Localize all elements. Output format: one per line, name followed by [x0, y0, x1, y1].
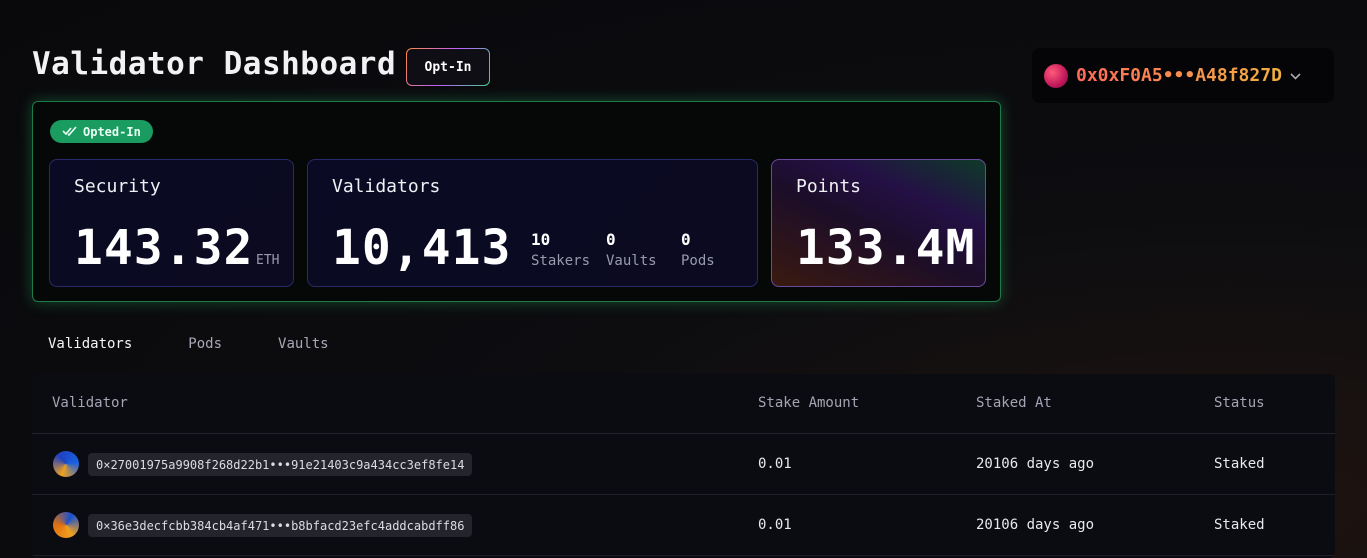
points-label: Points	[796, 176, 862, 197]
stakers-value: 10	[531, 230, 551, 249]
validator-avatar	[53, 451, 79, 477]
column-header-validator[interactable]: Validator	[52, 395, 128, 411]
opt-in-button[interactable]: Opt-In	[406, 48, 490, 86]
validators-label: Validators	[332, 176, 441, 197]
validator-address[interactable]: 0×27001975a9908f268d22b1•••91e21403c9a43…	[88, 453, 473, 476]
double-check-icon	[62, 125, 78, 139]
wallet-avatar	[1044, 63, 1068, 88]
staked-at: 20106 days ago	[976, 517, 1095, 533]
opted-in-badge: Opted-In	[50, 120, 153, 143]
page-title: Validator Dashboard	[32, 46, 397, 82]
validators-table: Validator Stake Amount Staked At Status …	[32, 374, 1335, 558]
vaults-value: 0	[606, 230, 616, 249]
stakers-label: Stakers	[531, 253, 591, 269]
staked-at: 20106 days ago	[976, 456, 1095, 472]
validators-card: Validators 10,413 10 Stakers 0 Vaults 0 …	[307, 159, 758, 287]
column-header-status[interactable]: Status	[1214, 395, 1265, 411]
points-card: Points 133.4M	[771, 159, 986, 287]
security-card: Security 143.32 ETH	[49, 159, 294, 287]
validator-avatar	[53, 512, 79, 538]
pods-stat: 0 Pods	[681, 230, 715, 269]
validators-value: 10,413	[332, 220, 512, 276]
pods-label: Pods	[681, 253, 715, 269]
vaults-stat: 0 Vaults	[606, 230, 657, 269]
security-label: Security	[74, 176, 161, 197]
tab-bar: Validators Pods Vaults	[48, 336, 385, 352]
tab-vaults[interactable]: Vaults	[278, 336, 329, 352]
stakers-stat: 10 Stakers	[531, 230, 590, 269]
status: Staked	[1214, 456, 1265, 472]
security-unit: ETH	[256, 253, 280, 268]
tab-validators[interactable]: Validators	[48, 336, 132, 352]
security-value: 143.32	[74, 220, 254, 276]
wallet-button[interactable]: 0x0xF0A5•••A48f827D	[1032, 48, 1334, 103]
column-header-staked-at[interactable]: Staked At	[976, 395, 1052, 411]
stake-amount: 0.01	[758, 456, 792, 472]
opted-in-label: Opted-In	[83, 124, 141, 139]
tab-pods[interactable]: Pods	[188, 336, 222, 352]
stake-amount: 0.01	[758, 517, 792, 533]
validator-address[interactable]: 0×36e3decfcbb384cb4af471•••b8bfacd23efc4…	[88, 514, 473, 537]
status: Staked	[1214, 517, 1265, 533]
chevron-down-icon	[1290, 69, 1301, 83]
table-row[interactable]: 0×27001975a9908f268d22b1•••91e21403c9a43…	[32, 434, 1335, 495]
vaults-label: Vaults	[606, 253, 657, 269]
wallet-address: 0x0xF0A5•••A48f827D	[1076, 65, 1282, 86]
table-row[interactable]: 0×36e3decfcbb384cb4af471•••b8bfacd23efc4…	[32, 495, 1335, 556]
points-value: 133.4M	[796, 220, 976, 276]
table-header: Validator Stake Amount Staked At Status	[32, 374, 1335, 434]
column-header-stake-amount[interactable]: Stake Amount	[758, 395, 859, 411]
stats-panel: Opted-In Security 143.32 ETH Validators …	[32, 101, 1001, 302]
pods-value: 0	[681, 230, 691, 249]
